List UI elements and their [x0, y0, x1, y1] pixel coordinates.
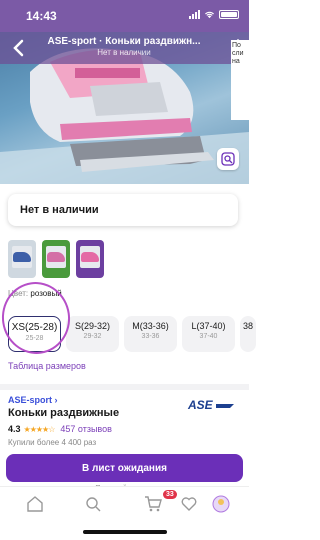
image-search-icon [221, 152, 235, 166]
home-icon[interactable] [26, 495, 44, 513]
back-arrow-icon[interactable] [8, 37, 30, 59]
size-option[interactable]: 38 [240, 316, 256, 352]
header-title[interactable]: ASE-sport · Коньки раздвижн... Нет в нал… [34, 36, 214, 57]
size-label: XS(25-28) [11, 322, 58, 333]
reviews-link[interactable]: 457 отзывов [60, 424, 112, 434]
search-icon[interactable] [84, 495, 102, 513]
bottom-tab-bar [0, 486, 249, 516]
size-sublabel: 37-40 [199, 333, 218, 340]
rating-row[interactable]: 4.3 ★★★★☆ 457 отзывов [8, 424, 112, 434]
header-subtitle: Нет в наличии [97, 48, 151, 57]
image-search-button[interactable] [217, 148, 239, 170]
cart-icon[interactable] [144, 495, 162, 513]
size-selector: XS(25-28) 25-28 S(29-32) 29-32 M(33-36) … [8, 316, 256, 352]
variant-thumbnail[interactable] [8, 240, 36, 278]
variant-thumbnail[interactable] [76, 240, 104, 278]
waitlist-button[interactable]: В лист ожидания [6, 454, 243, 482]
brand-logo-text: ASE [187, 398, 214, 412]
size-label: L(37-40) [191, 321, 226, 331]
profile-icon[interactable] [212, 495, 230, 513]
availability-card: Нет в наличии [8, 194, 238, 226]
size-table-link[interactable]: Таблица размеров [8, 361, 86, 371]
status-time: 14:43 [26, 9, 57, 23]
home-indicator [83, 530, 167, 534]
product-name: Коньки раздвижные [8, 407, 120, 419]
size-sublabel: 33-36 [141, 333, 160, 340]
section-divider [0, 384, 249, 390]
size-sublabel: 29-32 [83, 333, 102, 340]
size-label: S(29-32) [74, 321, 110, 331]
status-icons [189, 10, 239, 19]
top-navigation-bar: ASE-sport · Коньки раздвижн... Нет в нал… [0, 32, 249, 64]
favorites-icon[interactable] [180, 495, 198, 513]
cart-count-badge: 33 [163, 490, 177, 499]
size-option[interactable]: M(33-36) 33-36 [124, 316, 177, 352]
brand-logo[interactable]: ASE [186, 396, 236, 414]
brand-link[interactable]: ASE-sport › [8, 395, 58, 405]
size-option[interactable]: L(37-40) 37-40 [182, 316, 235, 352]
rating-value: 4.3 [8, 424, 21, 434]
color-value: розовый [30, 289, 62, 298]
battery-icon [219, 10, 239, 19]
size-label: 38 [242, 321, 253, 331]
color-row: Цвет: розовый [8, 289, 62, 298]
status-bar: 14:43 [0, 0, 249, 32]
size-label: M(33-36) [132, 321, 169, 331]
wifi-icon [205, 11, 214, 19]
signal-icon [189, 10, 200, 19]
color-label: Цвет: [8, 289, 29, 298]
variant-thumbnails [8, 240, 104, 278]
side-info-card[interactable]: По сли на [231, 40, 249, 120]
rating-stars-icon: ★★★★☆ [23, 424, 56, 434]
availability-label: Нет в наличии [20, 204, 99, 216]
size-option[interactable]: XS(25-28) 25-28 [8, 316, 61, 352]
purchase-count: Купили более 4 400 раз [8, 438, 97, 447]
size-option[interactable]: S(29-32) 29-32 [66, 316, 119, 352]
header-title-text: ASE-sport · Коньки раздвижн... [47, 36, 201, 47]
variant-thumbnail[interactable] [42, 240, 70, 278]
size-sublabel: 25-28 [25, 335, 44, 342]
